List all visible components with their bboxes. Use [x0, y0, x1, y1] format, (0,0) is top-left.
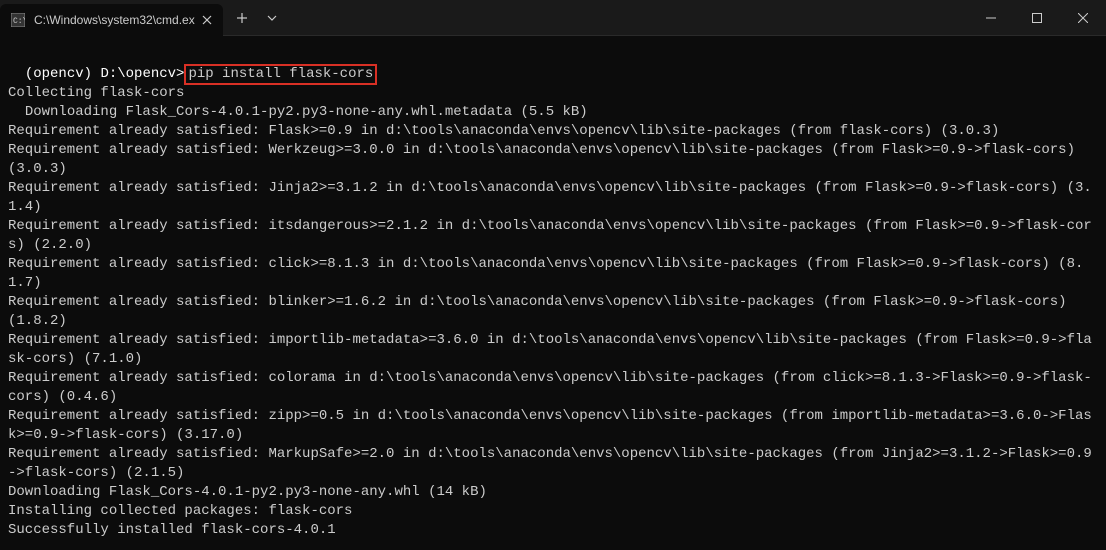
output-line: Requirement already satisfied: blinker>=…	[8, 294, 1075, 329]
output-line: Downloading Flask_Cors-4.0.1-py2.py3-non…	[8, 104, 588, 120]
minimize-button[interactable]	[968, 0, 1014, 36]
output-line: Requirement already satisfied: Jinja2>=3…	[8, 180, 1092, 215]
output-line: Requirement already satisfied: itsdanger…	[8, 218, 1092, 253]
window-controls	[968, 0, 1106, 36]
maximize-button[interactable]	[1014, 0, 1060, 36]
new-tab-button[interactable]	[227, 3, 257, 33]
output-line: Requirement already satisfied: click>=8.…	[8, 256, 1083, 291]
output-line: Successfully installed flask-cors-4.0.1	[8, 522, 336, 538]
tab-close-button[interactable]	[199, 12, 215, 28]
output-line: Installing collected packages: flask-cor…	[8, 503, 352, 519]
active-tab[interactable]: C:\ C:\Windows\system32\cmd.ex	[0, 4, 223, 36]
output-line: Requirement already satisfied: Werkzeug>…	[8, 142, 1083, 177]
output-line: Downloading Flask_Cors-4.0.1-py2.py3-non…	[8, 484, 487, 500]
output-line: Requirement already satisfied: importlib…	[8, 332, 1092, 367]
prompt-path: D:\opencv>	[100, 66, 184, 82]
close-button[interactable]	[1060, 0, 1106, 36]
cmd-icon: C:\	[10, 12, 26, 28]
prompt-env: (opencv)	[25, 66, 92, 82]
command-highlight: pip install flask-cors	[184, 64, 377, 85]
titlebar: C:\ C:\Windows\system32\cmd.ex	[0, 0, 1106, 36]
svg-text:C:\: C:\	[13, 17, 25, 26]
output-line: Requirement already satisfied: zipp>=0.5…	[8, 408, 1092, 443]
tab-title: C:\Windows\system32\cmd.ex	[34, 13, 195, 27]
output-line: Requirement already satisfied: MarkupSaf…	[8, 446, 1092, 481]
terminal-output[interactable]: (opencv) D:\opencv>pip install flask-cor…	[0, 36, 1106, 550]
tab-dropdown-button[interactable]	[257, 3, 287, 33]
output-line: Collecting flask-cors	[8, 85, 184, 101]
output-line: Requirement already satisfied: colorama …	[8, 370, 1092, 405]
output-line: Requirement already satisfied: Flask>=0.…	[8, 123, 999, 139]
